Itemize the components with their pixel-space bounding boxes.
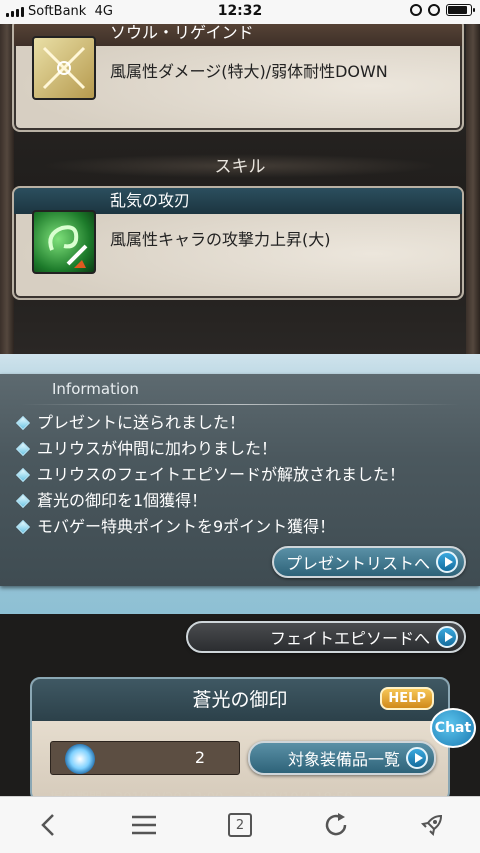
fate-episode-label: フェイトエピソードへ bbox=[269, 629, 430, 648]
diamond-bullet-icon bbox=[15, 519, 31, 535]
blue-star-mark-icon bbox=[65, 744, 95, 774]
status-bar: SoftBank 4G 12:32 bbox=[0, 0, 480, 24]
battery-icon bbox=[446, 4, 475, 16]
chat-button[interactable]: Chat bbox=[430, 708, 476, 748]
equipment-list-button[interactable]: 対象装備品一覧 bbox=[248, 741, 436, 775]
ougi-card: ソウル・リゲインド 風属性ダメージ(特大)/弱体耐性DOWN bbox=[12, 18, 464, 132]
list-item: 蒼光の御印を1個獲得！ bbox=[15, 488, 405, 514]
menu-icon bbox=[132, 815, 156, 835]
diamond-bullet-icon bbox=[15, 493, 31, 509]
alarm-icon bbox=[428, 4, 440, 16]
skill-section: ソウル・リゲインド 風属性ダメージ(特大)/弱体耐性DOWN スキル 乱気の攻刃… bbox=[0, 18, 480, 354]
diamond-bullet-icon bbox=[15, 441, 31, 457]
list-item: ユリウスのフェイトエピソードが解放されました！ bbox=[15, 462, 405, 488]
play-arrow-icon bbox=[436, 551, 458, 573]
equipment-list-label: 対象装備品一覧 bbox=[287, 750, 400, 769]
clock: 12:32 bbox=[217, 3, 263, 19]
tab-count: 2 bbox=[228, 813, 252, 837]
list-item: モバゲー特典ポイントを9ポイント獲得！ bbox=[15, 514, 405, 540]
list-item: プレゼントに送られました！ bbox=[15, 410, 405, 436]
back-button[interactable] bbox=[24, 801, 72, 849]
info-area: Information プレゼントに送られました！ ユリウスが仲間に加わりました… bbox=[0, 354, 480, 614]
rocket-icon bbox=[420, 814, 443, 837]
information-list: プレゼントに送られました！ ユリウスが仲間に加わりました！ ユリウスのフェイトエ… bbox=[15, 410, 405, 540]
mark-panel: 蒼光の御印 HELP 2 対象装備品一覧 提供期間：2019/9/20 12:0… bbox=[30, 677, 450, 802]
browser-toolbar: 2 bbox=[0, 796, 480, 853]
information-title: Information bbox=[52, 380, 139, 398]
diamond-bullet-icon bbox=[15, 467, 31, 483]
reload-icon bbox=[325, 813, 347, 836]
skill-heading: スキル bbox=[214, 157, 266, 177]
rotation-lock-icon bbox=[410, 4, 422, 16]
skill-card: 乱気の攻刃 風属性キャラの攻撃力上昇(大) bbox=[12, 186, 464, 300]
divider bbox=[20, 404, 460, 405]
list-item: ユリウスが仲間に加わりました！ bbox=[15, 436, 405, 462]
wind-sword-icon bbox=[32, 210, 96, 274]
diamond-bullet-icon bbox=[15, 415, 31, 431]
present-list-button[interactable]: プレゼントリストへ bbox=[272, 546, 466, 578]
right-pillar bbox=[466, 24, 480, 354]
rocket-button[interactable] bbox=[408, 801, 456, 849]
chevron-left-icon bbox=[41, 814, 54, 836]
menu-button[interactable] bbox=[120, 801, 168, 849]
crossed-swords-icon bbox=[32, 36, 96, 100]
present-list-label: プレゼントリストへ bbox=[285, 554, 430, 573]
play-arrow-icon bbox=[436, 626, 458, 648]
reload-button[interactable] bbox=[312, 801, 360, 849]
play-arrow-icon bbox=[406, 747, 428, 769]
tabs-button[interactable]: 2 bbox=[216, 801, 264, 849]
information-panel: Information プレゼントに送られました！ ユリウスが仲間に加わりました… bbox=[0, 374, 480, 586]
mark-count-row: 2 bbox=[50, 741, 240, 775]
mark-count: 2 bbox=[194, 748, 205, 767]
fate-episode-button[interactable]: フェイトエピソードへ bbox=[186, 621, 466, 653]
help-button[interactable]: HELP bbox=[380, 687, 434, 710]
